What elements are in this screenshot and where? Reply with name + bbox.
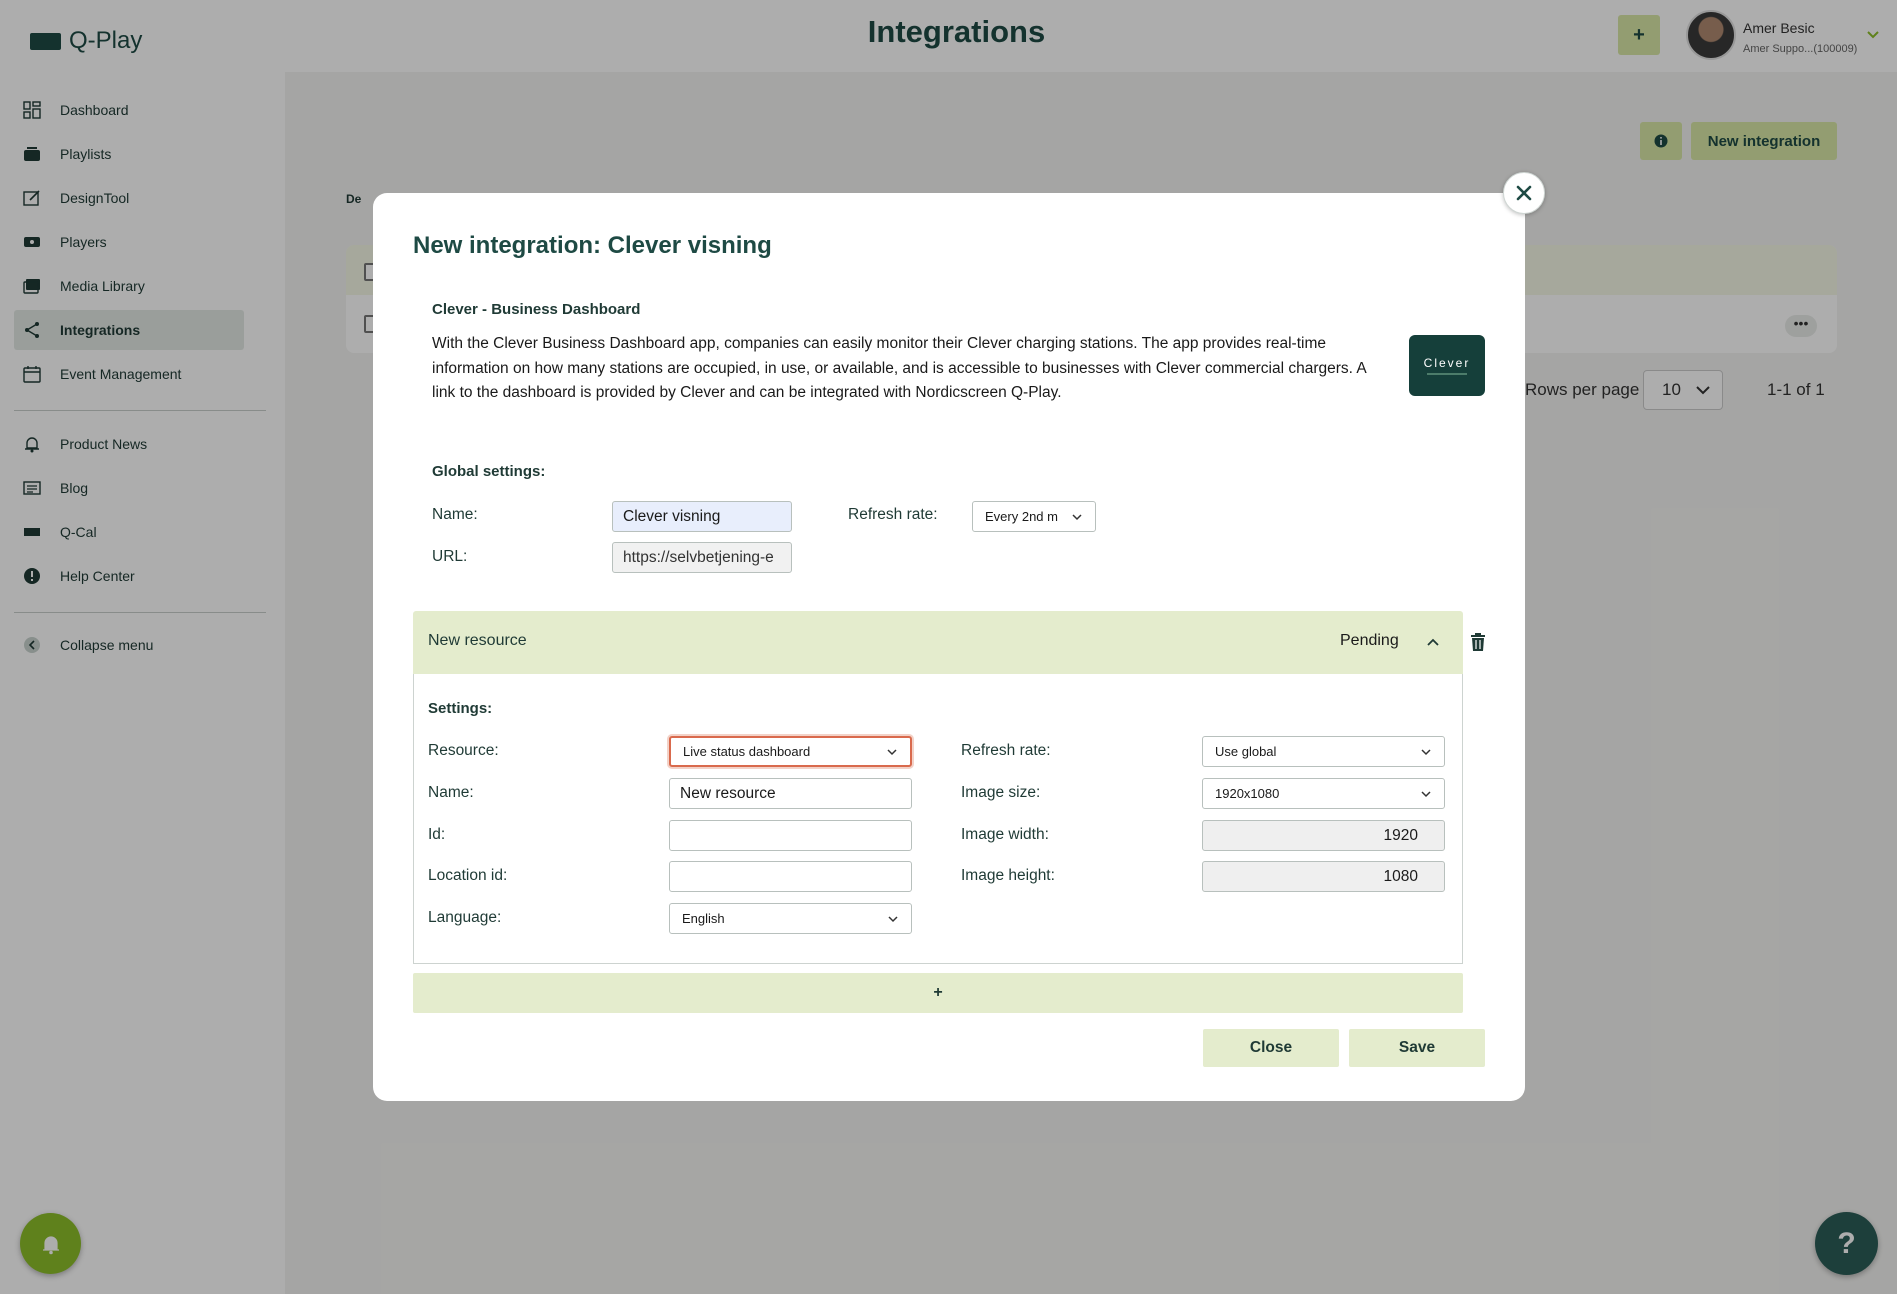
image-width-input[interactable]: 1920 — [1202, 820, 1445, 851]
resource-label: Resource: — [428, 742, 499, 759]
resource-settings-heading: Settings: — [428, 700, 493, 717]
image-size-value: 1920x1080 — [1215, 786, 1280, 801]
trash-icon[interactable] — [1469, 632, 1487, 652]
global-name-input[interactable]: Clever visning — [612, 501, 792, 532]
global-refresh-value: Every 2nd m — [985, 509, 1058, 524]
resource-status: Pending — [1340, 632, 1399, 649]
image-height-input[interactable]: 1080 — [1202, 861, 1445, 892]
location-id-label: Location id: — [428, 867, 508, 884]
global-refresh-label: Refresh rate: — [848, 506, 938, 523]
clever-logo-text: Clever — [1423, 356, 1471, 370]
language-label: Language: — [428, 909, 502, 926]
global-refresh-select[interactable]: Every 2nd m — [972, 501, 1096, 532]
integration-description: With the Clever Business Dashboard app, … — [432, 335, 1366, 401]
resource-body — [413, 674, 1463, 964]
save-button[interactable]: Save — [1349, 1029, 1485, 1067]
clever-logo-underline — [1427, 373, 1467, 375]
resource-select[interactable]: Live status dashboard — [669, 736, 912, 767]
chevron-down-icon — [887, 748, 897, 755]
image-size-label: Image size: — [961, 784, 1041, 801]
chevron-down-icon — [1421, 748, 1431, 755]
language-select-value: English — [682, 911, 725, 926]
add-resource-button[interactable]: + — [413, 973, 1463, 1013]
modal-title: New integration: Clever visning — [413, 232, 772, 259]
resource-refresh-label: Refresh rate: — [961, 742, 1051, 759]
chevron-down-icon — [888, 915, 898, 922]
global-settings-heading: Global settings: — [432, 463, 546, 480]
global-url-label: URL: — [432, 548, 468, 565]
resource-id-input[interactable] — [669, 820, 912, 851]
clever-logo: Clever — [1409, 335, 1485, 396]
close-button[interactable]: Close — [1203, 1029, 1339, 1067]
chevron-up-icon[interactable] — [1425, 634, 1441, 650]
integration-subtitle: Clever - Business Dashboard — [432, 301, 641, 318]
resource-select-value: Live status dashboard — [683, 744, 811, 759]
image-width-label: Image width: — [961, 826, 1049, 843]
image-height-label: Image height: — [961, 867, 1055, 884]
resource-accordion-header[interactable] — [413, 611, 1463, 674]
location-id-input[interactable] — [669, 861, 912, 892]
modal-close-button[interactable] — [1503, 172, 1545, 214]
global-name-label: Name: — [432, 506, 478, 523]
image-size-select[interactable]: 1920x1080 — [1202, 778, 1445, 809]
resource-id-label: Id: — [428, 826, 446, 843]
close-icon — [1516, 185, 1532, 201]
global-url-input[interactable]: https://selvbetjening-e — [612, 542, 792, 573]
resource-title: New resource — [428, 632, 527, 649]
resource-refresh-select[interactable]: Use global — [1202, 736, 1445, 767]
resource-refresh-value: Use global — [1215, 744, 1277, 759]
chevron-down-icon — [1072, 513, 1082, 520]
language-select[interactable]: English — [669, 903, 912, 934]
chevron-down-icon — [1421, 790, 1431, 797]
resource-name-label: Name: — [428, 784, 474, 801]
resource-name-input[interactable]: New resource — [669, 778, 912, 809]
